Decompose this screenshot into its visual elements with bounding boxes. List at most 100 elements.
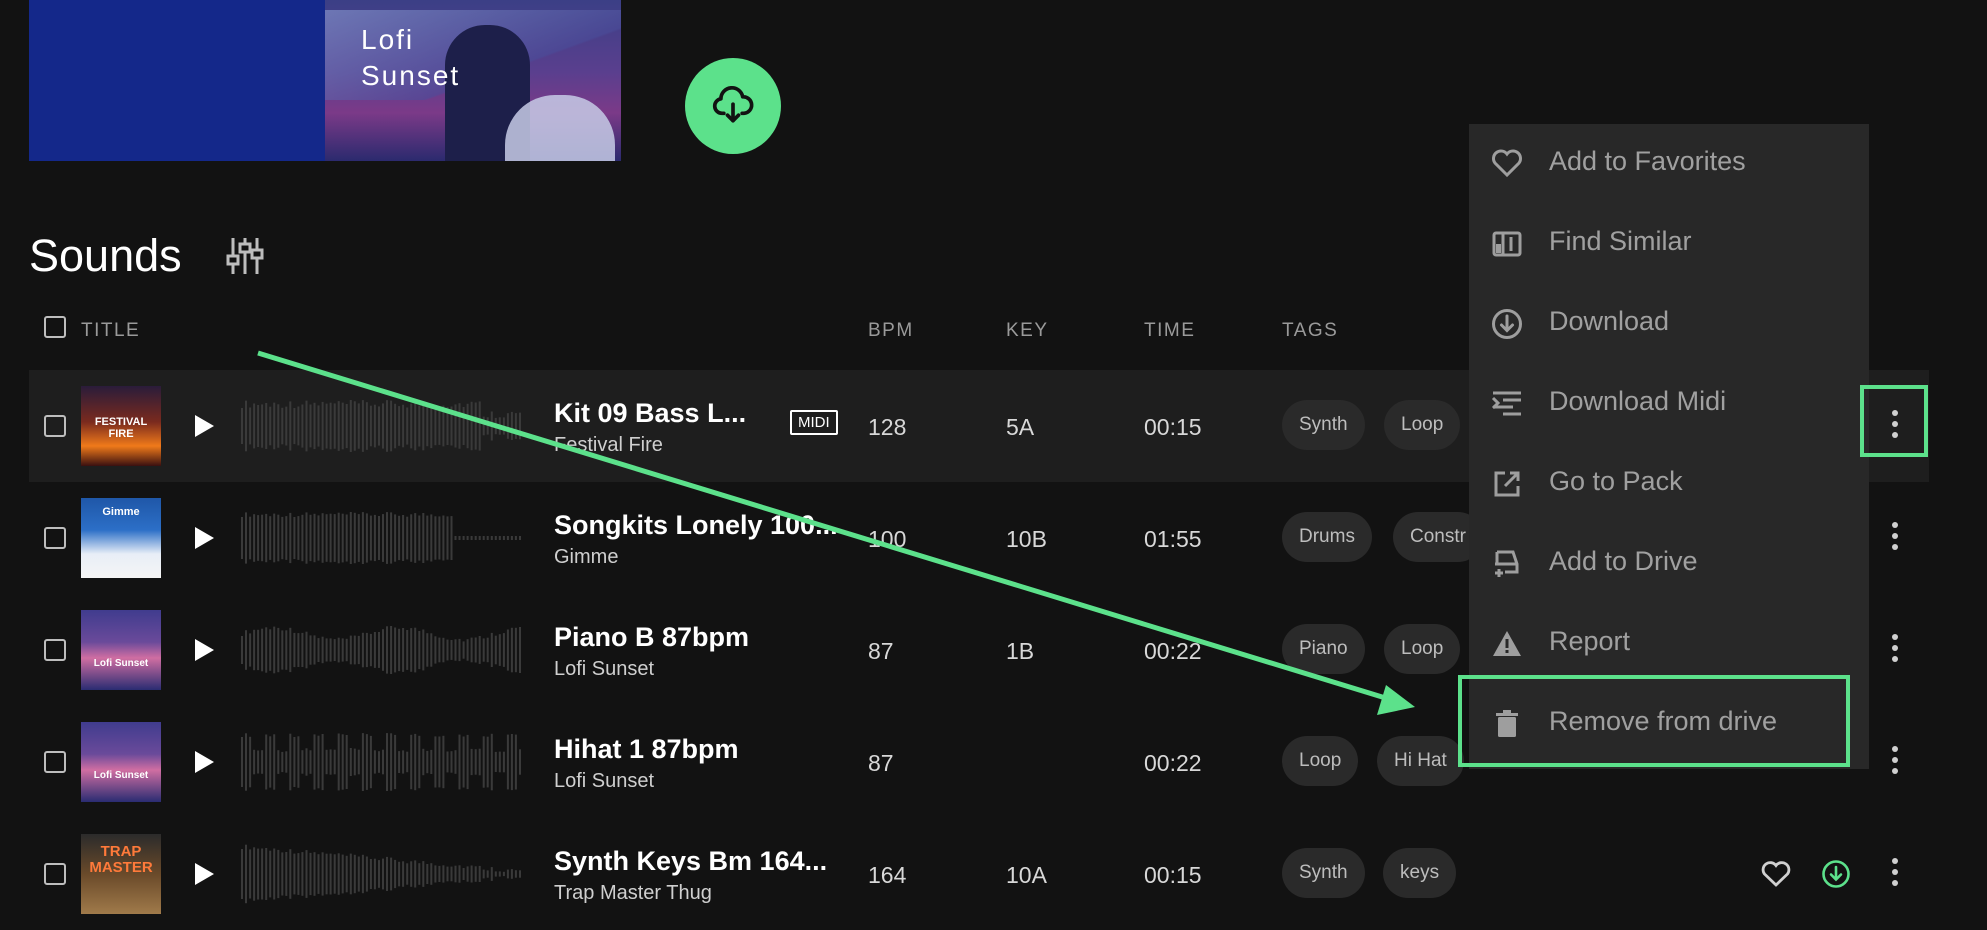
waveform-bar <box>474 866 477 882</box>
play-icon[interactable] <box>191 524 217 552</box>
waveform-bar <box>285 516 288 560</box>
menu-item-download[interactable]: Download <box>1469 284 1869 364</box>
more-options-icon[interactable] <box>1889 856 1901 888</box>
menu-item-find-similar[interactable]: Find Similar <box>1469 204 1869 284</box>
sound-pack-name[interactable]: Festival Fire <box>554 434 663 457</box>
waveform[interactable] <box>241 732 523 792</box>
waveform-bar <box>245 630 247 670</box>
waveform-bar <box>386 512 388 564</box>
filter-sliders-icon[interactable] <box>225 236 265 276</box>
sound-pack-name[interactable]: Lofi Sunset <box>554 658 654 681</box>
waveform-bar <box>478 865 481 882</box>
favorite-heart-icon[interactable] <box>1761 861 1791 887</box>
cover-left-panel <box>29 0 325 161</box>
select-all-checkbox[interactable] <box>44 316 66 338</box>
menu-item-label: Add to Drive <box>1549 546 1698 576</box>
cover-art-label: TRAP MASTER <box>89 843 153 876</box>
tag-chip[interactable]: Synth <box>1282 848 1365 898</box>
waveform-bar <box>297 736 300 788</box>
more-options-icon[interactable] <box>1889 744 1901 776</box>
waveform-bar <box>273 402 276 450</box>
waveform-bar <box>365 856 368 892</box>
tag-chip[interactable]: keys <box>1383 848 1457 898</box>
waveform-bar <box>430 633 433 667</box>
waveform-bar <box>462 407 465 445</box>
heart-icon <box>1492 149 1522 178</box>
waveform-bar <box>289 849 292 899</box>
more-options-icon[interactable] <box>1889 520 1901 552</box>
waveform-bar <box>470 865 473 883</box>
play-icon[interactable] <box>191 636 217 664</box>
waveform-bar <box>241 737 243 787</box>
play-icon[interactable] <box>191 860 217 888</box>
waveform-bar <box>486 417 489 435</box>
table-row[interactable]: TRAP MASTER Synth Keys Bm 164... Trap Ma… <box>29 818 1929 930</box>
more-options-icon[interactable] <box>1889 632 1901 664</box>
waveform-bar <box>474 637 477 663</box>
sound-title[interactable]: Synth Keys Bm 164... <box>554 846 827 877</box>
waveform[interactable] <box>241 844 523 904</box>
waveform-bar <box>365 402 368 450</box>
waveform-bar <box>265 513 268 563</box>
waveform-bar <box>466 403 469 449</box>
waveform-bar <box>277 404 280 448</box>
column-header-title[interactable]: TITLE <box>81 320 140 342</box>
column-header-key[interactable]: KEY <box>1006 320 1049 342</box>
menu-item-download-midi[interactable]: Download Midi <box>1469 364 1869 444</box>
waveform-bar <box>289 627 292 673</box>
row-checkbox[interactable] <box>44 639 66 661</box>
menu-item-label: Find Similar <box>1549 226 1692 256</box>
sound-title[interactable]: Hihat 1 87bpm <box>554 734 739 765</box>
add-to-drive-button[interactable] <box>685 58 781 154</box>
sound-key: 10A <box>1006 862 1047 888</box>
menu-item-add-to-drive[interactable]: Add to Drive <box>1469 524 1869 604</box>
tag-chip[interactable]: Hi Hat <box>1377 736 1464 786</box>
tag-chip[interactable]: Drums <box>1282 512 1372 562</box>
waveform-bar <box>446 407 449 445</box>
waveform-bar <box>265 734 268 790</box>
row-checkbox[interactable] <box>44 863 66 885</box>
column-header-bpm[interactable]: BPM <box>868 320 914 342</box>
tag-chip[interactable]: Piano <box>1282 624 1365 674</box>
waveform-bar <box>422 401 425 451</box>
waveform-bar <box>446 516 449 560</box>
row-checkbox[interactable] <box>44 527 66 549</box>
waveform-bar <box>269 406 272 446</box>
waveform-bar <box>486 637 489 663</box>
waveform-bar <box>510 627 513 673</box>
download-icon[interactable] <box>1821 859 1851 889</box>
waveform-bar <box>418 405 421 447</box>
tag-chip[interactable]: Synth <box>1282 400 1365 450</box>
row-checkbox[interactable] <box>44 415 66 437</box>
sound-title[interactable]: Songkits Lonely 100... <box>554 510 838 541</box>
waveform[interactable] <box>241 396 523 456</box>
waveform-bar <box>386 856 388 891</box>
waveform-bar <box>305 400 308 452</box>
tag-chip[interactable]: Loop <box>1282 736 1359 786</box>
waveform-bar <box>273 848 276 900</box>
waveform-bar <box>373 404 376 448</box>
sound-pack-name[interactable]: Trap Master Thug <box>554 882 712 905</box>
waveform-bar <box>510 536 513 540</box>
waveform-bar <box>502 633 505 667</box>
waveform[interactable] <box>241 508 523 568</box>
menu-item-add-to-favorites[interactable]: Add to Favorites <box>1469 124 1869 204</box>
waveform-bar <box>353 512 356 564</box>
sound-title[interactable]: Piano B 87bpm <box>554 622 749 653</box>
waveform-bar <box>398 515 401 561</box>
column-header-time[interactable]: TIME <box>1144 320 1195 342</box>
sound-title[interactable]: Kit 09 Bass L... <box>554 398 746 429</box>
tag-chip[interactable]: Loop <box>1384 400 1461 450</box>
sound-pack-name[interactable]: Lofi Sunset <box>554 770 654 793</box>
tag-chip[interactable]: Loop <box>1384 624 1461 674</box>
waveform-bar <box>353 854 356 894</box>
menu-item-go-to-pack[interactable]: Go to Pack <box>1469 444 1869 524</box>
play-icon[interactable] <box>191 412 217 440</box>
menu-item-report[interactable]: Report <box>1469 604 1869 684</box>
sound-pack-name[interactable]: Gimme <box>554 546 618 569</box>
row-checkbox[interactable] <box>44 751 66 773</box>
waveform-bar <box>341 854 344 894</box>
waveform[interactable] <box>241 620 523 680</box>
cover-art-label: FESTIVAL FIRE <box>94 416 148 440</box>
play-icon[interactable] <box>191 748 217 776</box>
